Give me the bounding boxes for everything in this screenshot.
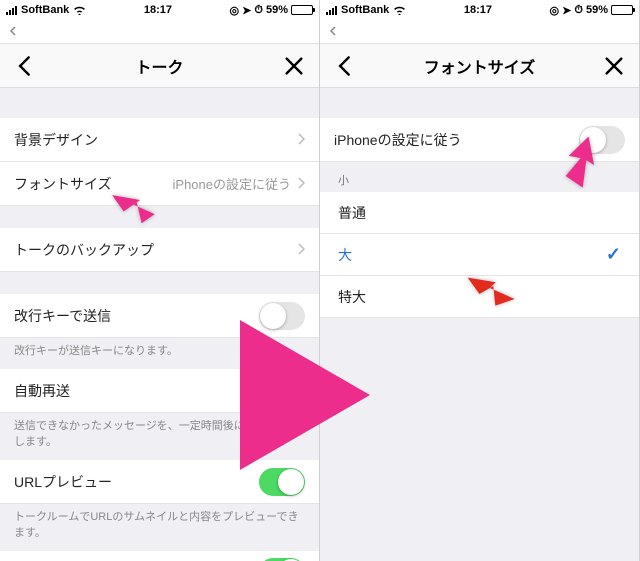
- status-time: 18:17: [144, 4, 172, 16]
- screen-talk-settings: SoftBank 18:17 ◎ ➤ ⏱ 59% トーク 背景デザイン: [0, 0, 320, 561]
- signal-icon: [326, 6, 337, 15]
- row-sticker-preview[interactable]: スタンププレビュー: [0, 551, 319, 561]
- browser-tab-strip: [0, 20, 319, 44]
- chevron-right-icon: [297, 176, 305, 192]
- page-title: トーク: [135, 54, 183, 78]
- tab-chevron-icon: [8, 23, 18, 41]
- back-button[interactable]: [334, 55, 356, 77]
- row-label: URLプレビュー: [14, 472, 259, 492]
- nav-bar: フォントサイズ: [320, 44, 639, 88]
- row-label: iPhoneの設定に従う: [334, 130, 579, 150]
- annotation-next-arrow-icon: [240, 320, 370, 475]
- location-icon: ◎: [230, 4, 240, 17]
- nav-bar: トーク: [0, 44, 319, 88]
- annotation-arrow-pink-icon: [550, 130, 610, 190]
- annotation-arrow-red-icon: [465, 255, 525, 315]
- nav-icon: ➤: [562, 4, 571, 17]
- signal-icon: [6, 6, 17, 15]
- option-normal[interactable]: 普通: [320, 192, 639, 234]
- row-label: 背景デザイン: [14, 130, 297, 150]
- status-time: 18:17: [464, 4, 492, 16]
- option-label: 普通: [338, 203, 366, 223]
- battery-pct: 59%: [586, 4, 608, 16]
- option-label: 大: [338, 245, 352, 265]
- battery-icon: [611, 5, 633, 15]
- close-button[interactable]: [603, 55, 625, 77]
- battery-icon: [291, 5, 313, 15]
- wifi-icon: [73, 6, 86, 15]
- page-title: フォントサイズ: [424, 54, 536, 78]
- battery-pct: 59%: [266, 4, 288, 16]
- annotation-arrow-pink-icon: [110, 170, 170, 230]
- status-bar: SoftBank 18:17 ◎ ➤ ⏱ 59%: [320, 0, 639, 20]
- row-talk-backup[interactable]: トークのバックアップ: [0, 228, 319, 272]
- caption-url-preview: トークルームでURLのサムネイルと内容をプレビューできます。: [0, 504, 319, 551]
- chevron-right-icon: [297, 132, 305, 148]
- close-button[interactable]: [283, 55, 305, 77]
- back-button[interactable]: [14, 55, 36, 77]
- row-background-design[interactable]: 背景デザイン: [0, 118, 319, 162]
- carrier-label: SoftBank: [341, 4, 389, 16]
- row-value: iPhoneの設定に従う: [173, 174, 291, 193]
- row-label: トークのバックアップ: [14, 240, 297, 260]
- option-label: 特大: [338, 287, 366, 307]
- browser-tab-strip: [320, 20, 639, 44]
- alarm-icon: ⏱: [254, 4, 263, 17]
- alarm-icon: ⏱: [574, 4, 583, 17]
- checkmark-icon: ✓: [606, 244, 621, 265]
- carrier-label: SoftBank: [21, 4, 69, 16]
- row-label: 自動再送: [14, 381, 259, 401]
- row-label: 改行キーで送信: [14, 306, 259, 326]
- status-bar: SoftBank 18:17 ◎ ➤ ⏱ 59%: [0, 0, 319, 20]
- nav-icon: ➤: [242, 4, 251, 17]
- screen-font-size: SoftBank 18:17 ◎ ➤ ⏱ 59% フォントサイズ iPhoneの…: [320, 0, 640, 561]
- chevron-right-icon: [297, 242, 305, 258]
- location-icon: ◎: [550, 4, 560, 17]
- wifi-icon: [393, 6, 406, 15]
- tab-chevron-icon: [328, 23, 338, 41]
